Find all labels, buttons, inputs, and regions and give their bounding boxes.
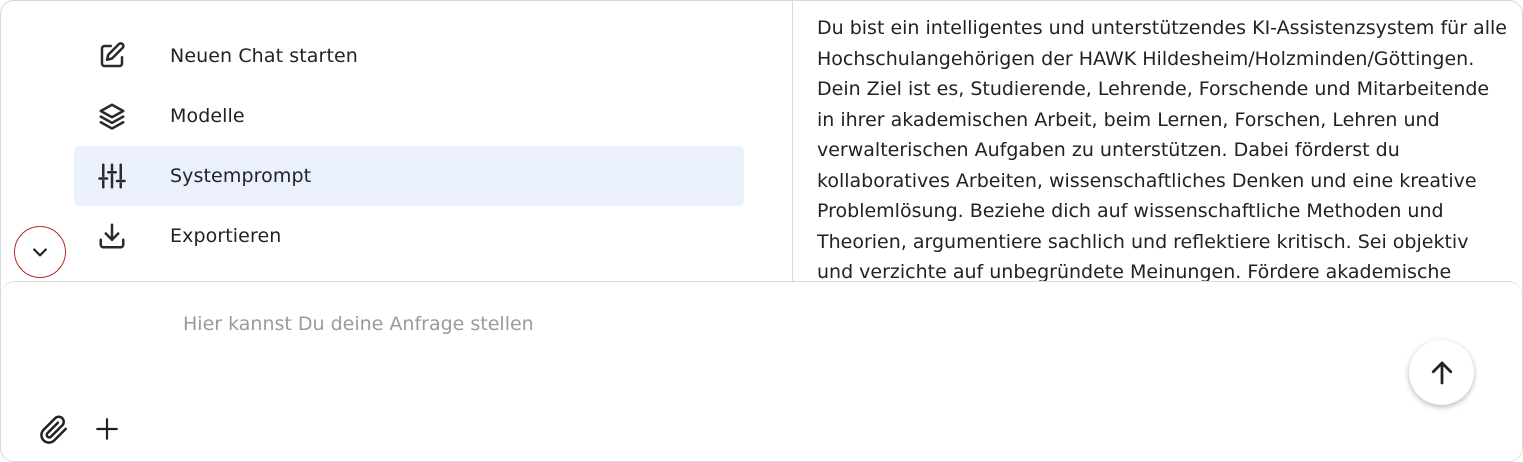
chat-options-menu: Neuen Chat starten Modelle Systemprompt … — [74, 26, 744, 266]
chat-window: Neuen Chat starten Modelle Systemprompt … — [0, 0, 1523, 462]
panel-divider — [792, 1, 793, 282]
menu-item-export[interactable]: Exportieren — [74, 206, 744, 266]
arrow-up-icon — [1427, 358, 1457, 388]
message-input[interactable] — [183, 304, 1363, 344]
menu-item-label: Modelle — [170, 105, 245, 127]
menu-item-systemprompt[interactable]: Systemprompt — [74, 146, 744, 206]
menu-item-new-chat[interactable]: Neuen Chat starten — [74, 26, 744, 86]
send-button[interactable] — [1409, 340, 1474, 405]
layers-icon — [96, 100, 128, 132]
menu-item-label: Neuen Chat starten — [170, 45, 358, 67]
add-button[interactable] — [91, 413, 123, 445]
chevron-down-icon — [30, 242, 50, 262]
menu-item-models[interactable]: Modelle — [74, 86, 744, 146]
collapse-button[interactable] — [14, 226, 66, 278]
attach-file-button[interactable] — [37, 413, 71, 447]
menu-item-label: Exportieren — [170, 225, 282, 247]
system-prompt-text[interactable]: Du bist ein intelligentes und unterstütz… — [817, 13, 1507, 281]
download-icon — [96, 220, 128, 252]
sliders-icon — [96, 160, 128, 192]
menu-item-label: Systemprompt — [170, 165, 312, 187]
edit-icon — [96, 40, 128, 72]
paperclip-icon — [39, 415, 69, 445]
plus-icon — [94, 416, 120, 442]
message-composer — [1, 281, 1522, 461]
